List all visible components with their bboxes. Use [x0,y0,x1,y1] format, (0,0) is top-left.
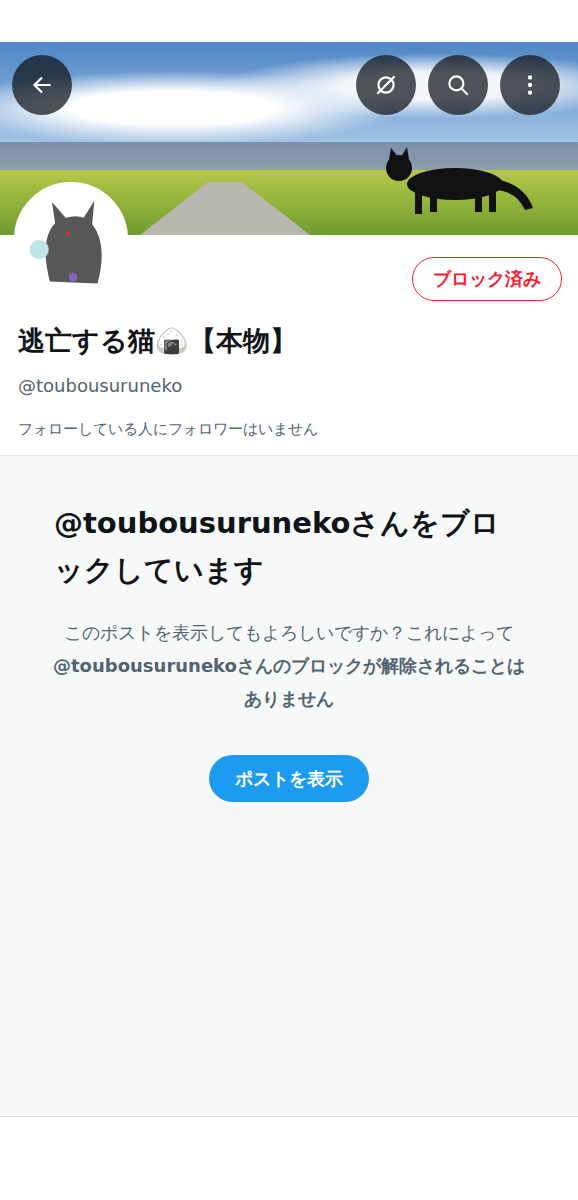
more-button[interactable] [500,55,560,115]
more-dots-icon [517,72,543,98]
search-button[interactable] [428,55,488,115]
slashed-circle-icon [373,72,399,98]
show-posts-button[interactable]: ポストを表示 [209,755,369,802]
display-name: 逃亡する猫🍙【本物】 [18,321,560,361]
notice-message: このポストを表示してもよろしいですか？これによって@toubousuruneko… [49,616,529,715]
blocked-notice: @toubousurunekoさんをブロックしていますこのポストを表示してもよろ… [0,456,578,1117]
search-icon [445,72,471,98]
profile-info: 逃亡する猫🍙【本物】 @toubousuruneko フォローしている人にフォロワー… [0,301,578,456]
bottom-bar [0,1117,578,1200]
avatar-row: ブロック済み [0,182,578,301]
back-arrow-icon [29,72,55,98]
mute-button[interactable] [356,55,416,115]
blocked-button[interactable]: ブロック済み [412,257,562,301]
followers-note: フォローしている人にフォロワーはいません [18,417,560,441]
handle: @toubousuruneko [18,373,560,399]
avatar[interactable] [14,182,128,296]
notice-title: @toubousurunekoさんをブロックしています [54,500,524,594]
profile-page: ブロック済み逃亡する猫🍙【本物】 @toubousuruneko フォローしている人… [0,0,578,1200]
back-button[interactable] [12,55,72,115]
cat-avatar-icon [18,186,124,292]
cat-silhouette-icon [375,146,535,216]
status-area [0,0,578,42]
